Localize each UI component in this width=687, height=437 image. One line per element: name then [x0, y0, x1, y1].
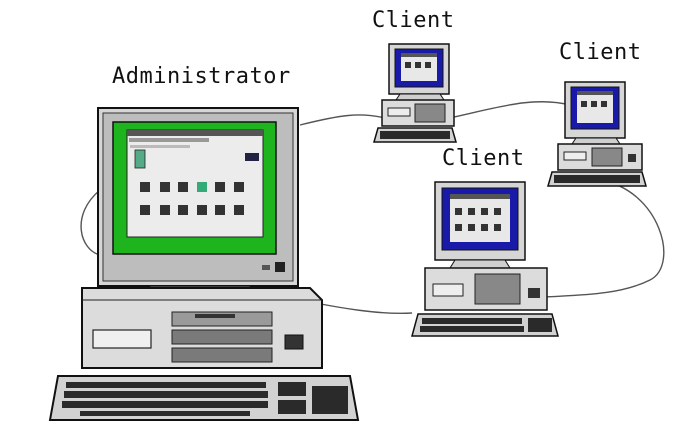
client-2-label: Client	[559, 40, 642, 65]
client-computer-3	[411, 181, 559, 337]
administrator-label: Administrator	[112, 64, 291, 89]
diagram-canvas	[48, 43, 665, 421]
admin-app-window	[126, 129, 264, 238]
admin-monitor	[97, 107, 299, 287]
network-diagram: Administrator Client Client Client	[0, 0, 687, 437]
administrator-computer	[48, 107, 360, 421]
client-3-label: Client	[442, 146, 525, 171]
client-computer-2	[547, 81, 647, 187]
client-1-label: Client	[372, 8, 455, 33]
admin-keyboard	[48, 375, 360, 421]
admin-system-unit	[81, 287, 323, 369]
client-computer-1	[373, 43, 457, 143]
